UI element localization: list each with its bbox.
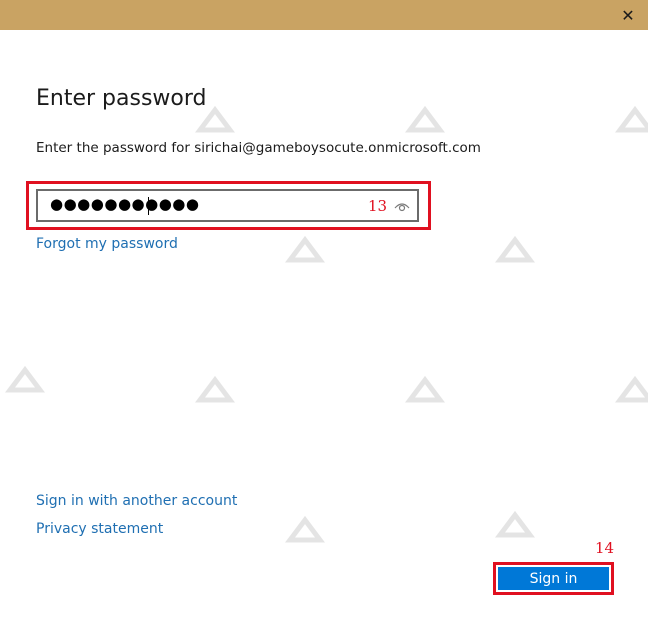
eye-icon[interactable] <box>393 198 411 214</box>
watermark-logo-icon <box>285 235 325 263</box>
page-title: Enter password <box>36 86 207 111</box>
sign-in-other-account-link[interactable]: Sign in with another account <box>36 493 237 509</box>
sign-in-button[interactable]: Sign in <box>498 567 609 590</box>
watermark-logo-icon <box>495 510 535 538</box>
password-instruction: Enter the password for sirichai@gameboys… <box>36 140 481 156</box>
step-number-label: 13 <box>368 197 388 215</box>
watermark-logo-icon <box>615 375 648 403</box>
watermark-logo-icon <box>195 375 235 403</box>
close-icon: ✕ <box>621 5 635 25</box>
watermark-logo-icon <box>615 105 648 133</box>
watermark-logo-icon <box>285 515 325 543</box>
text-caret <box>148 197 149 215</box>
step-number-label: 14 <box>595 539 615 557</box>
privacy-statement-link[interactable]: Privacy statement <box>36 521 163 537</box>
password-masked-value: ●●●●●●●●●●● <box>50 195 200 213</box>
password-input[interactable]: ●●●●●●●●●●● <box>36 189 419 222</box>
watermark-logo-icon <box>405 375 445 403</box>
forgot-password-link[interactable]: Forgot my password <box>36 236 178 252</box>
watermark-logo-icon <box>495 235 535 263</box>
sign-in-dialog: ✕ Enter password Enter the password for … <box>0 0 648 629</box>
watermark-logo-icon <box>405 105 445 133</box>
title-bar: ✕ <box>0 0 648 30</box>
watermark-logo-icon <box>5 365 45 393</box>
close-button[interactable]: ✕ <box>616 4 640 26</box>
